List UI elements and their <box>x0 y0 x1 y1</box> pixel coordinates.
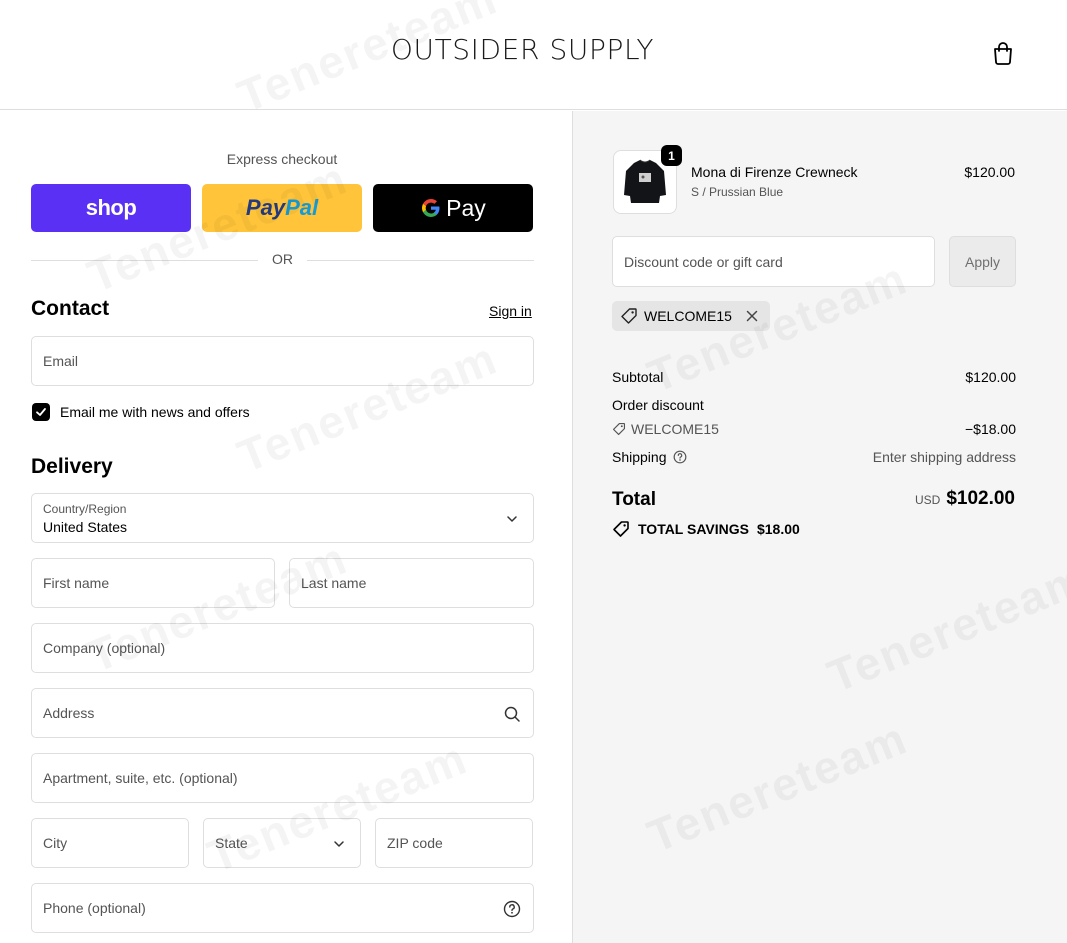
discount-code-field[interactable]: Discount code or gift card <box>612 236 935 287</box>
phone-field[interactable]: Phone (optional) <box>31 883 534 933</box>
savings-value: $18.00 <box>756 521 800 537</box>
shipping-row: Shipping Enter shipping address <box>612 449 1016 465</box>
delivery-title: Delivery <box>31 455 113 478</box>
state-placeholder: State <box>215 835 248 851</box>
email-field[interactable]: Email <box>31 336 534 386</box>
first-name-placeholder: First name <box>43 575 110 591</box>
help-circle-icon[interactable] <box>673 450 687 464</box>
email-placeholder: Email <box>43 353 79 369</box>
checkmark-icon <box>36 408 46 416</box>
zip-field[interactable]: ZIP code <box>375 818 533 868</box>
sign-in-link[interactable]: Sign in <box>489 303 532 319</box>
tag-icon <box>621 308 637 324</box>
product-variant: S / Prussian Blue <box>691 185 784 199</box>
express-checkout-title: Express checkout <box>226 151 338 167</box>
search-icon <box>504 706 520 722</box>
discount-code-info: WELCOME15 <box>612 421 719 437</box>
address-placeholder: Address <box>43 705 95 721</box>
quantity-badge: 1 <box>661 145 682 166</box>
google-pay-button[interactable]: Pay <box>373 184 533 232</box>
google-pay-label: Pay <box>446 194 486 221</box>
apartment-field[interactable]: Apartment, suite, etc. (optional) <box>31 753 534 803</box>
tags-icon <box>613 521 629 537</box>
newsletter-checkbox[interactable] <box>32 403 50 421</box>
country-value: United States <box>43 519 128 535</box>
subtotal-value: $120.00 <box>965 369 1016 385</box>
total-amount: $102.00 <box>946 488 1015 509</box>
address-field[interactable]: Address <box>31 688 534 738</box>
checkout-form: Express checkout shop Pay Pal Pay OR Cont… <box>0 111 572 943</box>
shipping-label: Shipping <box>612 449 667 465</box>
total-currency: USD <box>914 493 941 507</box>
newsletter-label: Email me with news and offers <box>60 404 250 420</box>
company-placeholder: Company (optional) <box>43 640 166 656</box>
applied-discount-chip: WELCOME15 <box>612 301 770 331</box>
header: OUTSIDER SUPPLY <box>0 0 1067 110</box>
product-price: $120.00 <box>964 164 1015 180</box>
brand-logo[interactable]: OUTSIDER SUPPLY <box>0 33 1045 66</box>
order-discount-label: Order discount <box>612 397 704 413</box>
chevron-down-icon <box>334 841 344 847</box>
discount-code-name: WELCOME15 <box>631 421 719 437</box>
shopping-bag-icon[interactable] <box>990 40 1016 66</box>
last-name-field[interactable]: Last name <box>289 558 534 608</box>
apply-button[interactable]: Apply <box>949 236 1016 287</box>
total-label: Total <box>612 489 656 510</box>
close-icon[interactable] <box>744 308 760 324</box>
tag-icon <box>612 422 626 436</box>
paypal-label-part2: Pal <box>285 195 319 220</box>
city-placeholder: City <box>43 835 68 851</box>
zip-placeholder: ZIP code <box>387 835 443 851</box>
shop-pay-label: shop <box>85 195 137 220</box>
shipping-value: Enter shipping address <box>872 449 1016 465</box>
discount-code-row: WELCOME15 −$18.00 <box>612 421 1016 439</box>
discount-value: −$18.00 <box>965 421 1016 437</box>
product-name: Mona di Firenze Crewneck <box>691 164 858 180</box>
paypal-button[interactable]: Pay Pal <box>202 184 362 232</box>
total-value-group: USD $102.00 <box>915 488 1015 510</box>
shipping-label-group: Shipping <box>612 449 687 465</box>
country-select[interactable]: Country/Region United States <box>31 493 534 543</box>
help-circle-icon[interactable] <box>503 900 521 918</box>
subtotal-row: Subtotal $120.00 <box>612 369 1016 385</box>
apartment-placeholder: Apartment, suite, etc. (optional) <box>43 770 238 786</box>
chevron-down-icon <box>507 516 517 522</box>
phone-placeholder: Phone (optional) <box>43 900 146 916</box>
country-label: Country/Region <box>43 502 127 516</box>
or-divider: OR <box>31 251 534 271</box>
order-discount-row: Order discount <box>612 397 1016 413</box>
paypal-label-part1: Pay <box>245 195 286 220</box>
contact-title: Contact <box>31 297 110 320</box>
or-label: OR <box>272 251 293 267</box>
city-field[interactable]: City <box>31 818 189 868</box>
total-savings: TOTAL SAVINGS $18.00 <box>612 520 800 538</box>
last-name-placeholder: Last name <box>301 575 367 591</box>
company-field[interactable]: Company (optional) <box>31 623 534 673</box>
newsletter-option[interactable]: Email me with news and offers <box>32 402 250 422</box>
discount-code-placeholder: Discount code or gift card <box>624 254 783 270</box>
savings-label: TOTAL SAVINGS <box>638 521 749 537</box>
first-name-field[interactable]: First name <box>31 558 275 608</box>
subtotal-label: Subtotal <box>612 369 664 385</box>
state-select[interactable]: State <box>203 818 361 868</box>
applied-discount-code: WELCOME15 <box>644 308 732 324</box>
shop-pay-button[interactable]: shop <box>31 184 191 232</box>
google-g-icon <box>422 199 440 217</box>
order-summary: 1 Mona di Firenze Crewneck S / Prussian … <box>572 111 1067 943</box>
